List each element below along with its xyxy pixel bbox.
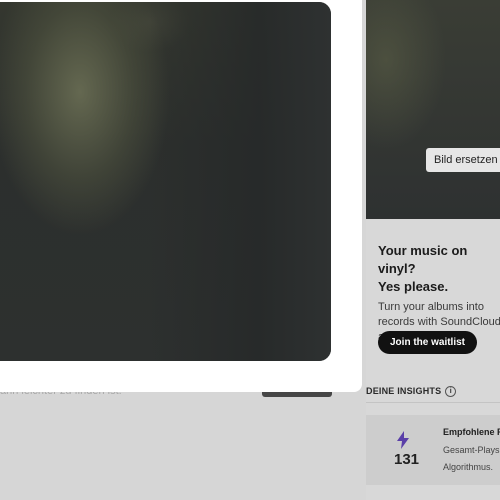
vinyl-promo-title-1: Your music on vinyl? [378,243,468,276]
insight-value: 131 [394,451,420,468]
image-shadow [150,2,331,361]
cover-thumbnail[interactable]: Bild ersetzen [366,0,500,219]
enlarged-cover-image[interactable] [0,2,331,361]
image-viewer-modal [0,0,362,392]
insight-title: Empfohlene P [443,427,500,437]
insights-heading-label: DEINE INSIGHTS [366,386,442,396]
info-icon[interactable]: i [445,386,457,398]
lightning-bolt-icon [397,431,409,449]
insight-line-1: Gesamt-Plays [443,445,500,455]
join-waitlist-button[interactable]: Join the waitlist [378,331,478,354]
insight-line-2: Algorithmus. [443,462,494,472]
vinyl-promo-title-2: Yes please. [378,279,449,294]
vinyl-body-line-2: records with SoundCloud [378,316,500,328]
vinyl-promo: Your music on vinyl? Yes please. Turn yo… [378,242,500,345]
right-side-panel: Bild ersetzen Your music on vinyl? Yes p… [366,0,500,500]
vinyl-body-line-1: Turn your albums into [378,301,484,313]
replace-image-button[interactable]: Bild ersetzen [426,148,500,172]
insights-heading: DEINE INSIGHTS i [366,386,500,403]
insight-card[interactable]: 131 Empfohlene P Gesamt-Plays Algorithmu… [366,415,500,485]
